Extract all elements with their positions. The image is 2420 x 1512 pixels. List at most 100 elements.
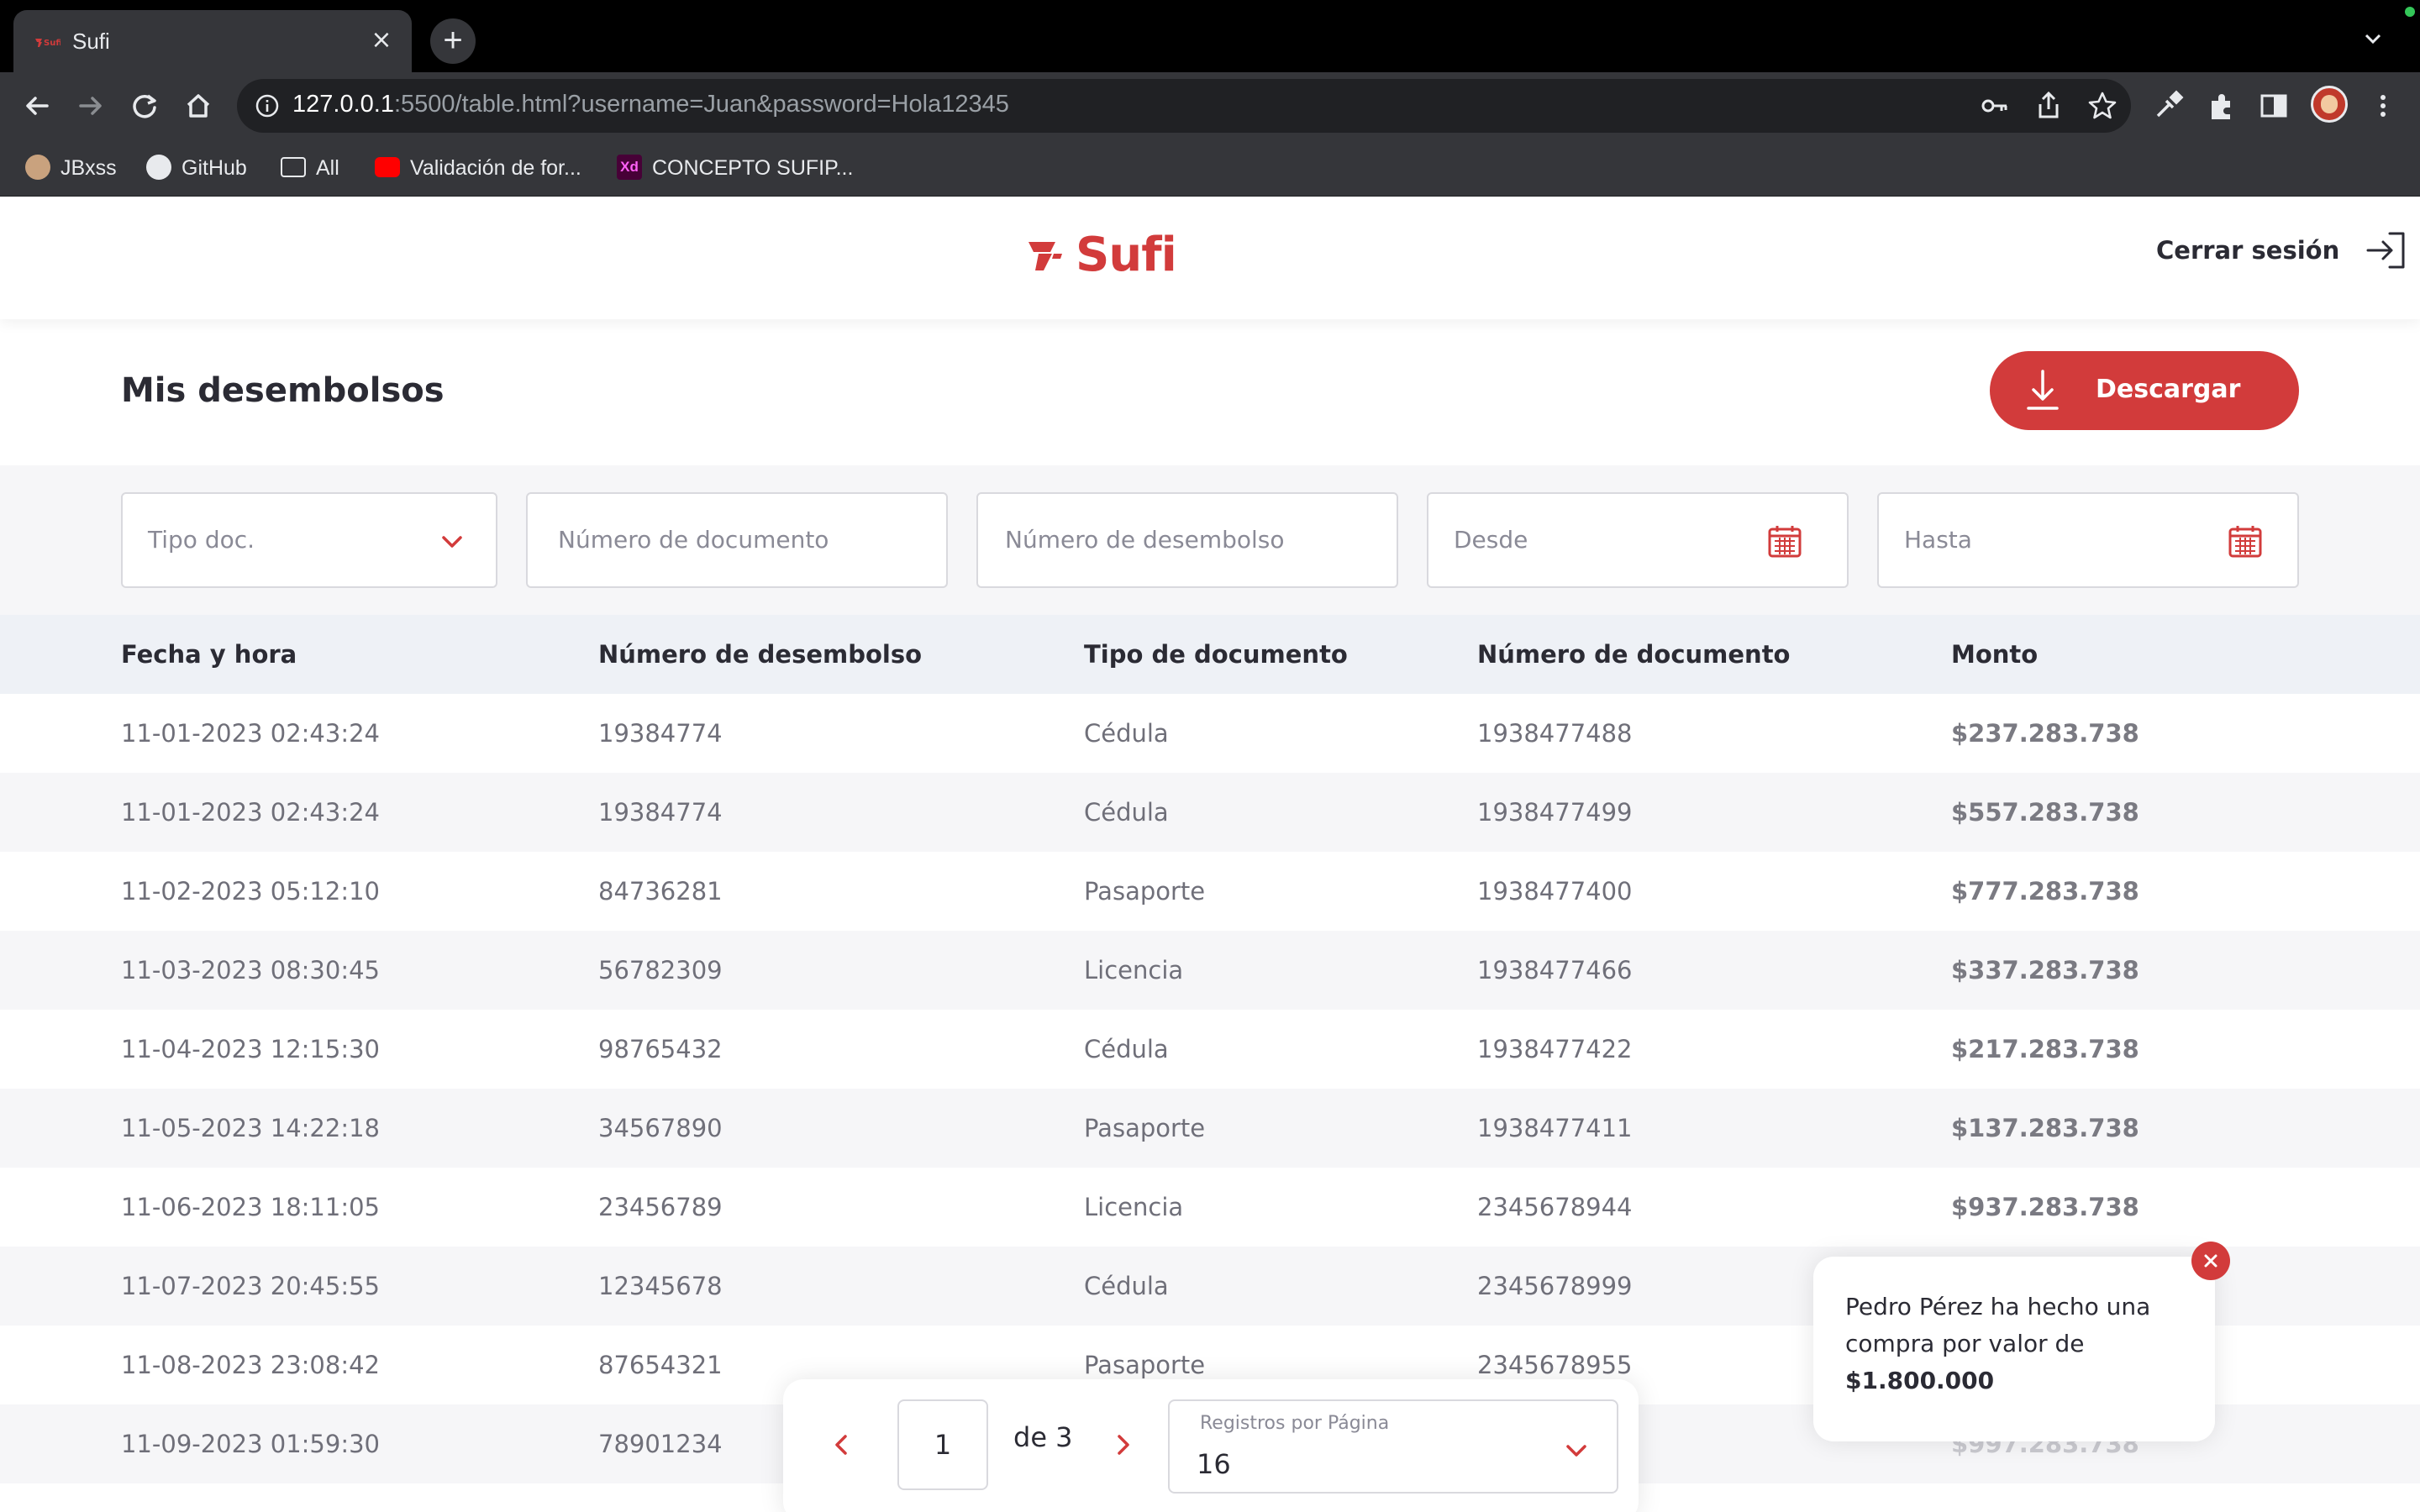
home-button[interactable] <box>176 84 220 128</box>
profile-avatar[interactable] <box>2311 86 2348 123</box>
table-row[interactable]: 11-01-2023 02:43:24 19384774 Cédula 1938… <box>0 694 2420 773</box>
bookmark-all[interactable]: All <box>281 153 339 183</box>
cell-doc-type: Pasaporte <box>1084 1114 1206 1142</box>
per-page-label: Registros por Página <box>1200 1413 1390 1434</box>
download-button[interactable]: Descargar <box>1990 351 2299 430</box>
table-row[interactable]: 11-06-2023 18:11:05 23456789 Licencia 23… <box>0 1168 2420 1247</box>
cell-date: 11-08-2023 23:08:42 <box>121 1351 380 1379</box>
tab-search-chevron-icon[interactable] <box>2360 25 2386 52</box>
back-arrow-icon <box>26 97 49 115</box>
bookmark-github[interactable]: GitHub <box>146 153 247 183</box>
notification-amount: $1.800.000 <box>1845 1367 1995 1394</box>
bookmark-label: JBxss <box>60 156 117 180</box>
forward-arrow-icon <box>79 97 102 115</box>
disbursement-number-input[interactable]: Número de desembolso <box>976 492 1398 588</box>
address-bar[interactable]: 127.0.0.1:5500/table.html?username=Juan&… <box>237 79 2131 133</box>
url-text[interactable]: 127.0.0.1:5500/table.html?username=Juan&… <box>292 91 1009 118</box>
avatar-icon <box>25 155 50 181</box>
calendar-icon[interactable] <box>2227 522 2264 559</box>
svg-text:Sufi: Sufi <box>44 39 60 48</box>
download-label: Descargar <box>2096 375 2241 404</box>
cell-amount: $777.283.738 <box>1951 877 2139 906</box>
cell-doc-type: Cédula <box>1084 719 1169 748</box>
cell-doc-type: Pasaporte <box>1084 877 1206 906</box>
table-row[interactable]: 11-03-2023 08:30:45 56782309 Licencia 19… <box>0 931 2420 1010</box>
info-icon[interactable] <box>254 92 281 119</box>
cell-amount: $937.283.738 <box>1951 1193 2139 1221</box>
url-path: :5500/table.html?username=Juan&password=… <box>393 91 1009 118</box>
close-icon <box>2204 1254 2217 1268</box>
date-from-input[interactable]: Desde <box>1427 492 1849 588</box>
table-row[interactable]: 11-04-2023 12:15:30 98765432 Cédula 1938… <box>0 1010 2420 1089</box>
xd-icon: Xd <box>617 155 642 181</box>
cell-date: 11-02-2023 05:12:10 <box>121 877 380 906</box>
column-header-amount[interactable]: Monto <box>1951 640 2038 669</box>
notification-close-button[interactable] <box>2191 1242 2230 1280</box>
sufi-logo[interactable]: Sufi <box>1027 225 1177 284</box>
forward-button[interactable] <box>69 84 113 128</box>
bookmark-label: Validación de for... <box>410 156 581 180</box>
logout-button[interactable]: Cerrar sesión <box>2156 228 2408 272</box>
table-row[interactable]: 11-05-2023 14:22:18 34567890 Pasaporte 1… <box>0 1089 2420 1168</box>
total-pages-label: de 3 <box>1013 1421 1073 1453</box>
cell-disbursement: 56782309 <box>598 956 723 984</box>
sufi-logo-icon <box>1028 242 1062 270</box>
bookmark-label: All <box>316 156 339 180</box>
back-button[interactable] <box>15 84 59 128</box>
download-icon <box>2027 370 2059 410</box>
key-icon[interactable] <box>1978 89 2012 123</box>
cell-date: 11-03-2023 08:30:45 <box>121 956 380 984</box>
reload-icon <box>133 94 156 118</box>
bookmark-jbxss[interactable]: JBxss <box>25 153 117 183</box>
github-icon <box>146 155 171 181</box>
cell-disbursement: 87654321 <box>598 1351 723 1379</box>
bookmark-validacion[interactable]: Validación de for... <box>375 153 581 183</box>
extensions-icon[interactable] <box>2205 89 2238 123</box>
per-page-select[interactable]: Registros por Página 16 <box>1168 1399 1618 1494</box>
tab-close-icon[interactable]: × <box>366 25 397 55</box>
cell-date: 11-05-2023 14:22:18 <box>121 1114 380 1142</box>
chevron-down-icon <box>1566 1445 1586 1457</box>
date-to-placeholder: Hasta <box>1904 526 1972 554</box>
current-page-input[interactable]: 1 <box>897 1399 988 1490</box>
disbursement-number-placeholder: Número de desembolso <box>1005 526 1285 554</box>
share-icon[interactable] <box>2032 89 2065 123</box>
per-page-value: 16 <box>1197 1448 1231 1480</box>
status-dot <box>2405 7 2415 17</box>
cell-amount: $137.283.738 <box>1951 1114 2139 1142</box>
profile-face-icon <box>2321 95 2338 113</box>
date-from-placeholder: Desde <box>1454 526 1528 554</box>
table-row[interactable]: 11-02-2023 05:12:10 84736281 Pasaporte 1… <box>0 852 2420 931</box>
folder-icon <box>281 157 306 178</box>
bookmark-star-icon[interactable] <box>2086 89 2119 123</box>
column-header-disbursement[interactable]: Número de desembolso <box>598 640 922 669</box>
document-number-input[interactable]: Número de documento <box>526 492 948 588</box>
date-to-input[interactable]: Hasta <box>1877 492 2299 588</box>
chevron-left-icon[interactable] <box>825 1428 859 1462</box>
logo-text: Sufi <box>1076 227 1177 282</box>
reload-button[interactable] <box>123 84 166 128</box>
side-panel-icon[interactable] <box>2257 89 2291 123</box>
doc-type-placeholder: Tipo doc. <box>148 526 255 554</box>
more-menu-icon[interactable] <box>2366 89 2400 123</box>
cell-amount: $217.283.738 <box>1951 1035 2139 1063</box>
pagination-bar: 1 de 3 Registros por Página 16 <box>783 1379 1639 1512</box>
cell-amount: $337.283.738 <box>1951 956 2139 984</box>
cell-disbursement: 19384774 <box>598 798 723 827</box>
eyedropper-icon[interactable] <box>2151 89 2185 123</box>
cell-disbursement: 12345678 <box>598 1272 723 1300</box>
table-row[interactable]: 11-01-2023 02:43:24 19384774 Cédula 1938… <box>0 773 2420 852</box>
column-header-doc-type[interactable]: Tipo de documento <box>1084 640 1348 669</box>
column-header-doc-number[interactable]: Número de documento <box>1477 640 1790 669</box>
column-header-date[interactable]: Fecha y hora <box>121 640 297 669</box>
chevron-right-icon[interactable] <box>1106 1428 1139 1462</box>
cell-doc-number: 1938477499 <box>1477 798 1633 827</box>
doc-type-select[interactable]: Tipo doc. <box>121 492 497 588</box>
page-content: Sufi Cerrar sesión Mis desembolsos Desca… <box>0 197 2420 1512</box>
browser-tab[interactable]: Sufi Sufi × <box>13 10 412 72</box>
sufi-favicon-icon: Sufi <box>35 39 60 48</box>
new-tab-button[interactable]: + <box>430 18 476 64</box>
calendar-icon[interactable] <box>1766 522 1803 559</box>
bookmark-concepto[interactable]: Xd CONCEPTO SUFIP... <box>617 153 853 183</box>
cell-disbursement: 78901234 <box>598 1430 723 1458</box>
